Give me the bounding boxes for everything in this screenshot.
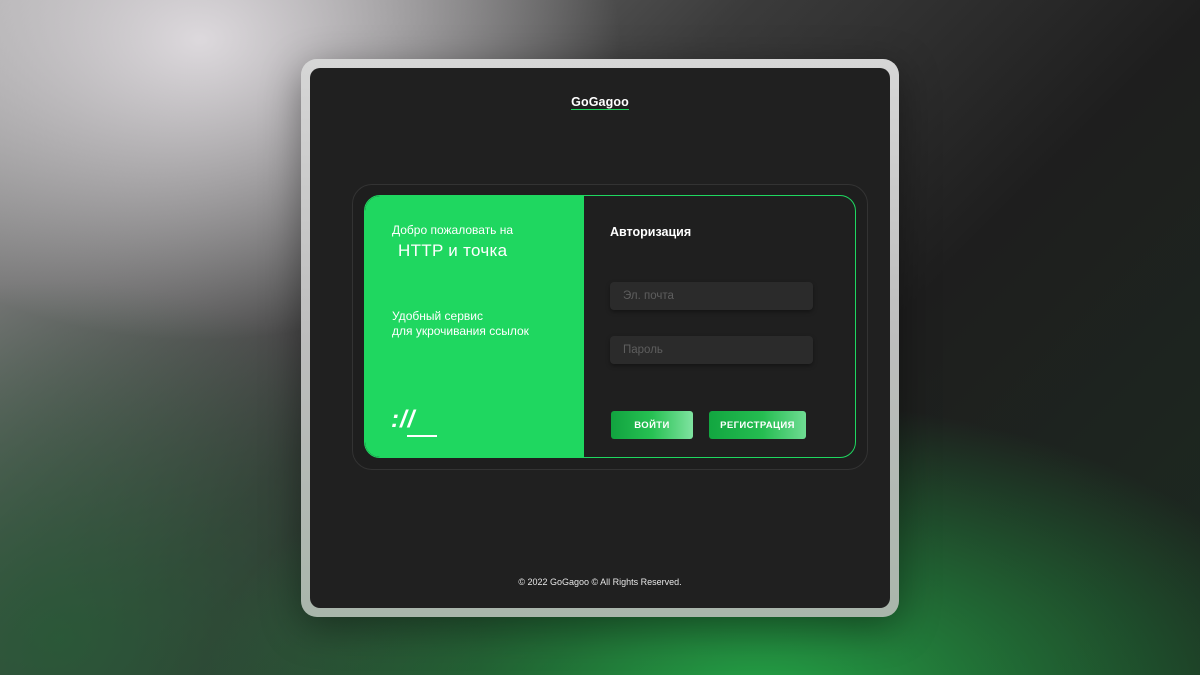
- login-button[interactable]: ВОЙТИ: [611, 411, 693, 439]
- welcome-text: Добро пожаловать на: [392, 223, 514, 237]
- auth-card: Добро пожаловать на HTTP и точка Удобный…: [364, 195, 856, 458]
- logo[interactable]: GoGagoo: [310, 95, 890, 110]
- symbol-underline: [407, 435, 437, 437]
- device-frame: GoGagoo Добро пожаловать на HTTP и точка…: [301, 59, 899, 617]
- promo-panel: Добро пожаловать на HTTP и точка Удобный…: [365, 196, 584, 457]
- tagline-line-2: для укрочивания ссылок: [392, 324, 529, 338]
- tagline-line-1: Удобный сервис: [392, 309, 483, 323]
- logo-text: GoGagoo: [571, 95, 629, 110]
- email-input[interactable]: [610, 282, 813, 310]
- auth-title: Авторизация: [610, 225, 692, 239]
- password-input[interactable]: [610, 336, 813, 364]
- brand-title: HTTP и точка: [398, 241, 508, 260]
- auth-card-container: Добро пожаловать на HTTP и точка Удобный…: [352, 184, 868, 470]
- app-screen: GoGagoo Добро пожаловать на HTTP и точка…: [310, 68, 890, 608]
- url-scheme-symbol: ://: [391, 406, 416, 433]
- register-button[interactable]: РЕГИСТРАЦИЯ: [709, 411, 806, 439]
- login-panel: Авторизация ВОЙТИ РЕГИСТРАЦИЯ: [584, 196, 855, 457]
- footer-copyright: © 2022 GoGagoo © All Rights Reserved.: [518, 577, 682, 587]
